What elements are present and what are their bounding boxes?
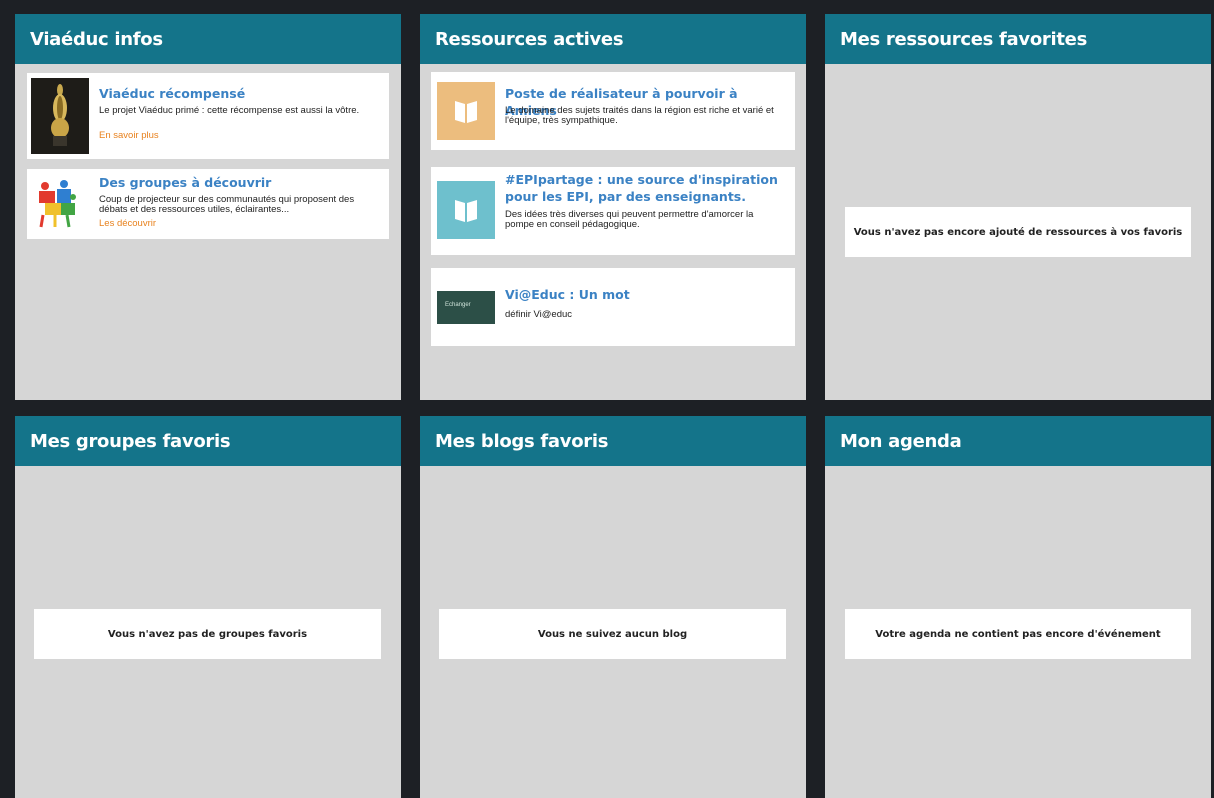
panel-title: Viaéduc infos xyxy=(30,28,163,50)
resource-description: définir Vi@educ xyxy=(505,309,573,320)
panel-agenda: Mon agenda Votre agenda ne contient pas … xyxy=(825,416,1211,798)
panel-header: Viaéduc infos xyxy=(15,14,401,64)
panel-active-resources: Ressources actives Poste de réalisateur … xyxy=(420,14,806,400)
info-card-title[interactable]: Des groupes à découvrir xyxy=(99,174,379,191)
resource-card[interactable]: Echanger Vi@Educ : Un mot définir Vi@edu… xyxy=(431,268,795,346)
panel-title: Mes groupes favoris xyxy=(30,430,231,452)
panel-title: Mon agenda xyxy=(840,430,962,452)
resource-title[interactable]: Vi@Educ : Un mot xyxy=(505,286,787,303)
info-card-description: Coup de projecteur sur des communautés q… xyxy=(99,194,355,215)
panel-fav-blogs: Mes blogs favoris Vous ne suivez aucun b… xyxy=(420,416,806,798)
discover-link[interactable]: Les découvrir xyxy=(99,218,156,229)
resource-card[interactable]: Poste de réalisateur à pourvoir à Amiens… xyxy=(431,72,795,150)
panel-title: Ressources actives xyxy=(435,28,624,50)
word-cloud-thumbnail: Echanger xyxy=(437,291,495,324)
thumbnail-text: Echanger xyxy=(445,302,471,308)
empty-message: Vous n'avez pas encore ajouté de ressour… xyxy=(845,207,1191,257)
panel-fav-resources: Mes ressources favorites Vous n'avez pas… xyxy=(825,14,1211,400)
empty-message: Vous ne suivez aucun blog xyxy=(439,609,786,659)
panel-body: Viaéduc récompensé Le projet Viaéduc pri… xyxy=(15,64,401,400)
panel-body: Poste de réalisateur à pourvoir à Amiens… xyxy=(420,64,806,400)
resource-description: Le domaine des sujets traités dans la ré… xyxy=(505,105,774,126)
trophy-thumbnail xyxy=(31,78,89,154)
panel-body: Vous ne suivez aucun blog xyxy=(420,466,806,798)
panel-fav-groups: Mes groupes favoris Vous n'avez pas de g… xyxy=(15,416,401,798)
panel-header: Mon agenda xyxy=(825,416,1211,466)
resource-description: Des idées très diverses qui peuvent perm… xyxy=(505,209,754,230)
panel-header: Mes blogs favoris xyxy=(420,416,806,466)
panel-title: Mes ressources favorites xyxy=(840,28,1087,50)
panel-header: Ressources actives xyxy=(420,14,806,64)
info-card-title[interactable]: Viaéduc récompensé xyxy=(99,85,379,102)
panel-title: Mes blogs favoris xyxy=(435,430,609,452)
open-book-icon xyxy=(437,181,495,239)
empty-message: Vous n'avez pas de groupes favoris xyxy=(34,609,381,659)
open-book-icon xyxy=(437,82,495,140)
puzzle-people-thumbnail xyxy=(33,177,83,231)
panel-body: Votre agenda ne contient pas encore d'év… xyxy=(825,466,1211,798)
resource-card[interactable]: #EPIpartage : une source d'inspiration p… xyxy=(431,167,795,255)
info-card-description: Le projet Viaéduc primé : cette récompen… xyxy=(99,105,360,116)
resource-title[interactable]: #EPIpartage : une source d'inspiration p… xyxy=(505,171,787,205)
info-card-groups[interactable]: Des groupes à découvrir Coup de projecte… xyxy=(27,169,389,239)
panel-header: Mes ressources favorites xyxy=(825,14,1211,64)
panel-body: Vous n'avez pas de groupes favoris xyxy=(15,466,401,798)
panel-header: Mes groupes favoris xyxy=(15,416,401,466)
empty-message: Votre agenda ne contient pas encore d'év… xyxy=(845,609,1191,659)
panel-viaeduc-infos: Viaéduc infos Viaéduc récompensé Le proj… xyxy=(15,14,401,400)
panel-body: Vous n'avez pas encore ajouté de ressour… xyxy=(825,64,1211,400)
read-more-link[interactable]: En savoir plus xyxy=(99,130,159,141)
info-card-award[interactable]: Viaéduc récompensé Le projet Viaéduc pri… xyxy=(27,73,389,159)
